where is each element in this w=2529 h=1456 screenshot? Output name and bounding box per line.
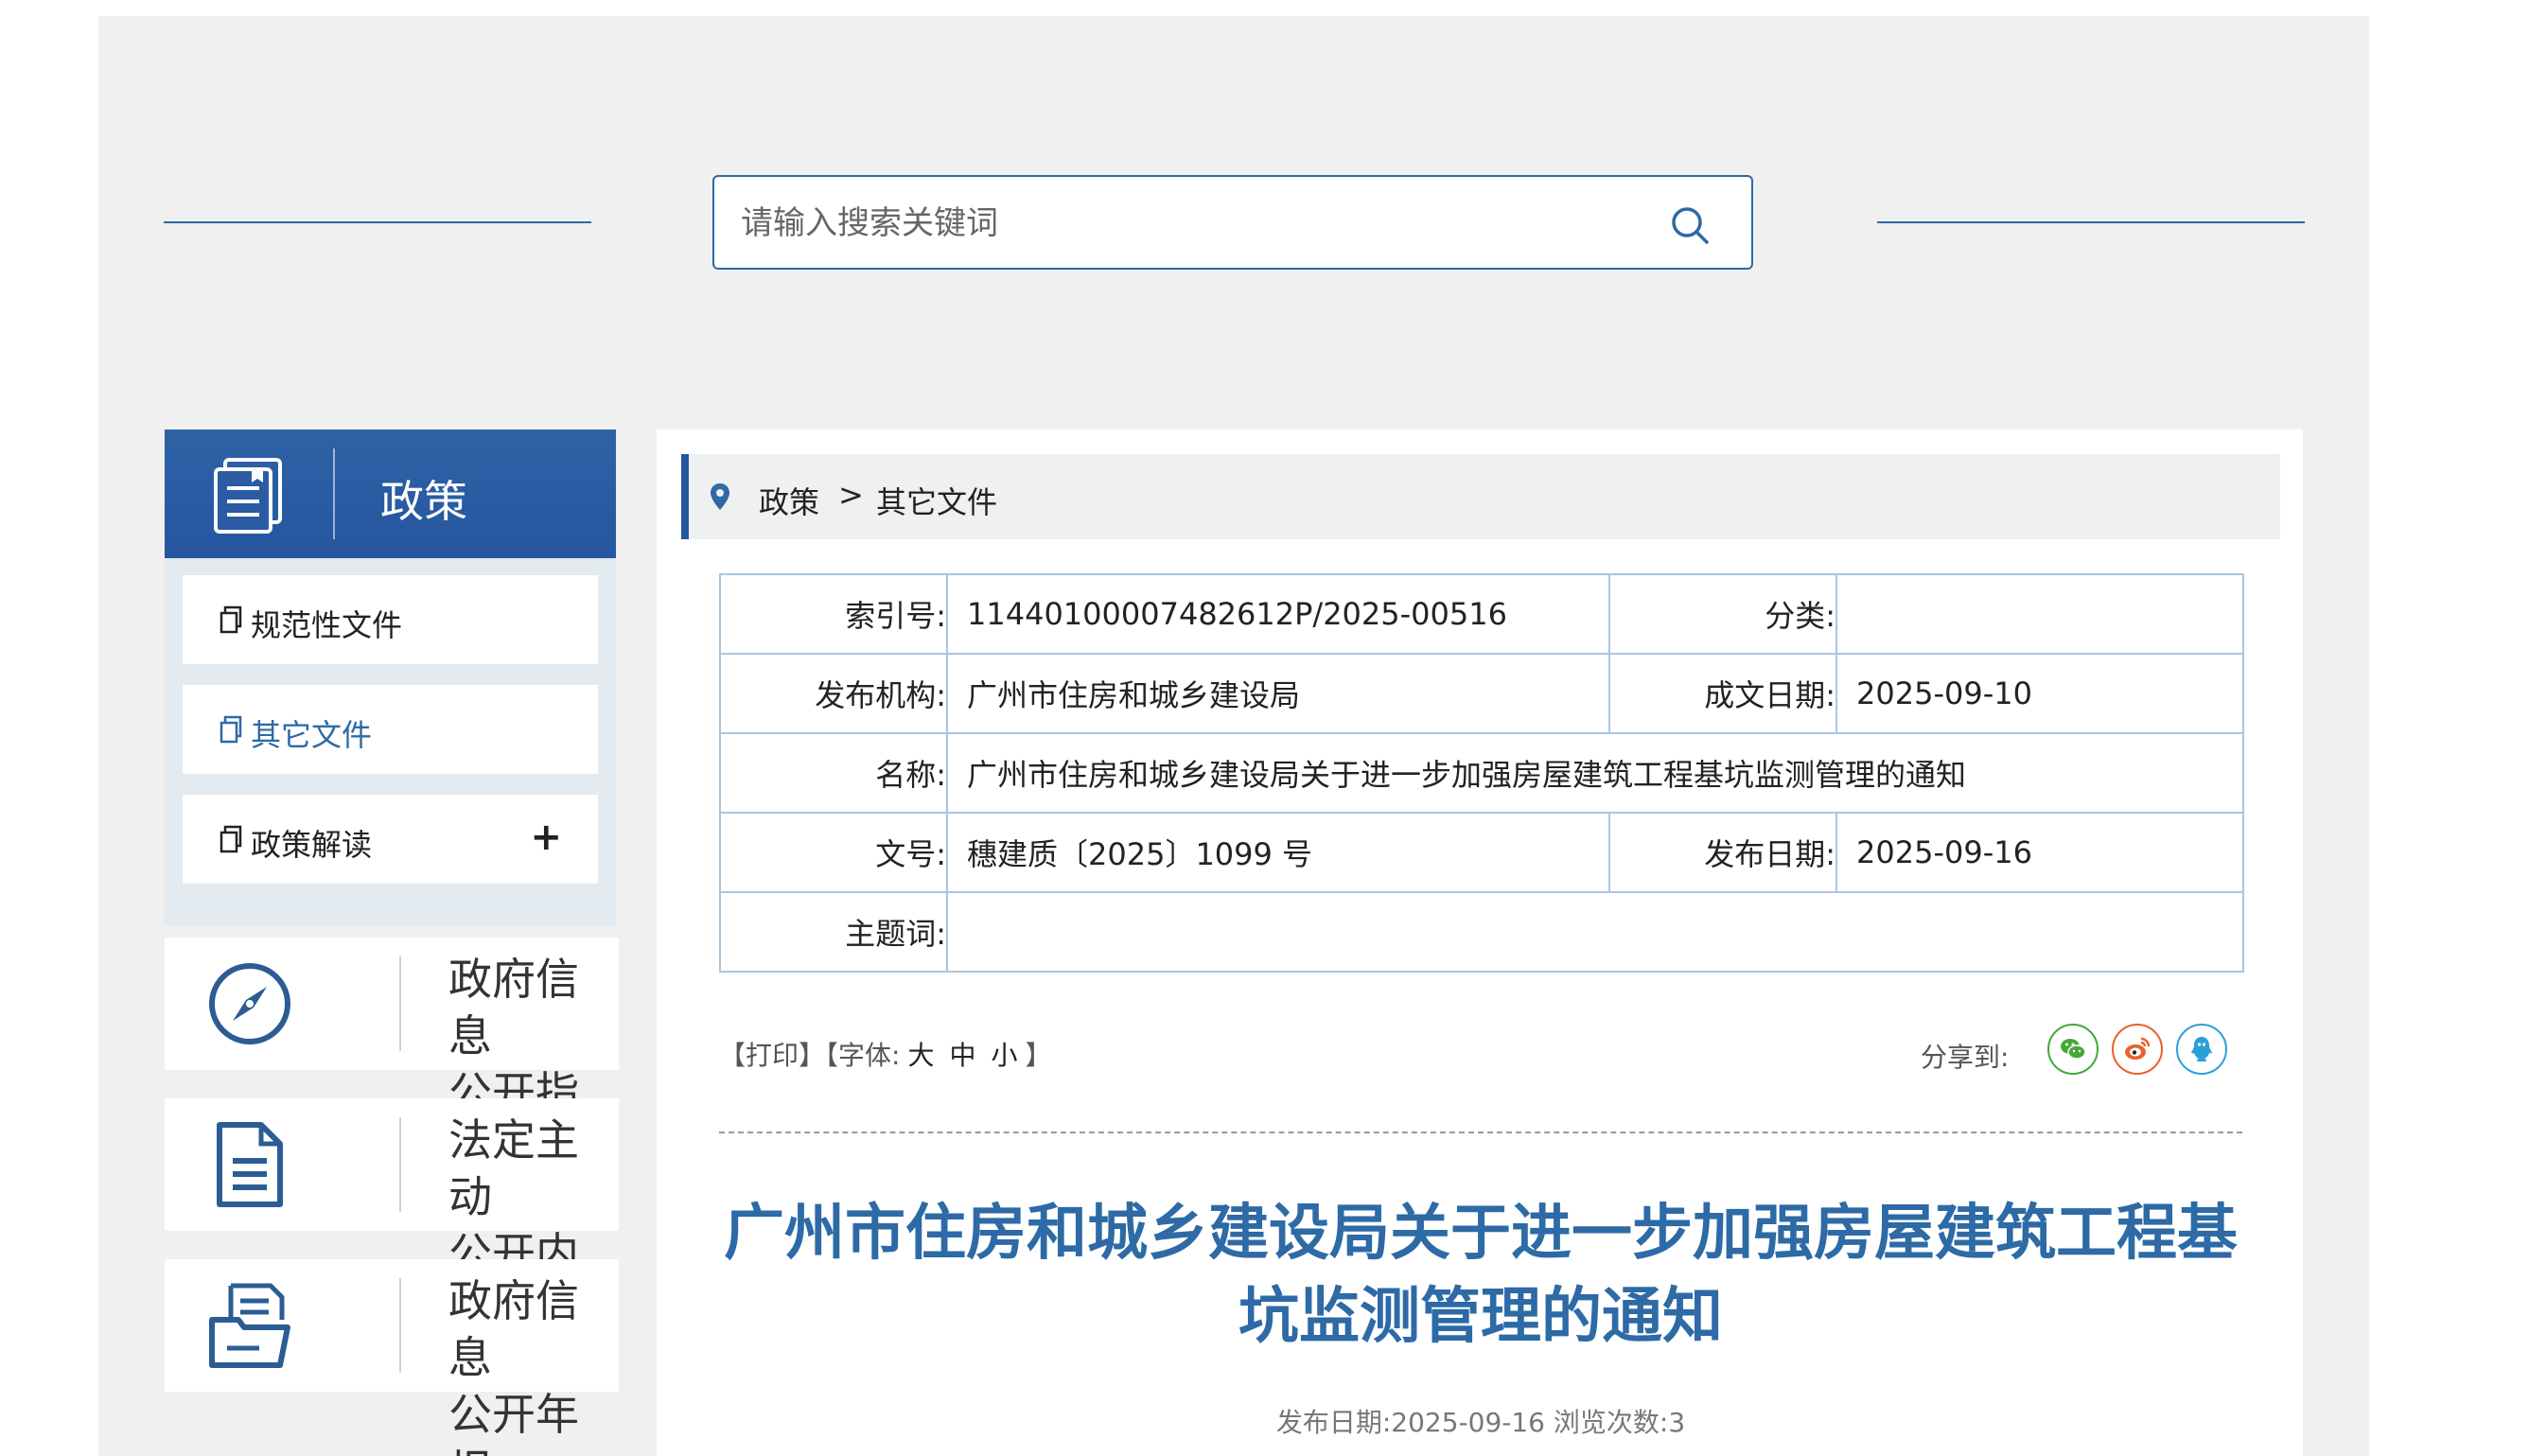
table-row: 发布机构: 广州市住房和城乡建设局 成文日期: 2025-09-10 <box>719 653 2244 734</box>
card-label: 政府信息 公开年报 <box>448 1275 579 1456</box>
share-label: 分享到: <box>1921 1042 2010 1073</box>
created-date-label: 成文日期: <box>1608 653 1837 734</box>
publisher-label: 发布机构: <box>719 653 948 734</box>
copy-icon <box>220 715 242 744</box>
card-divider <box>399 1117 401 1212</box>
font-size-medium-button[interactable]: 中 <box>949 1040 975 1071</box>
sidebar-header: 政策 <box>165 430 616 558</box>
card-divider <box>399 1278 401 1373</box>
breadcrumb: 政策 > 其它文件 <box>681 454 2280 539</box>
breadcrumb-other-documents[interactable]: 其它文件 <box>876 479 997 522</box>
sidebar-item-label: 其它文件 <box>251 717 373 753</box>
card-annual-report[interactable]: 政府信息 公开年报 <box>165 1259 619 1456</box>
policy-document-icon <box>214 458 282 534</box>
name-label: 名称: <box>719 732 948 814</box>
share-wechat-button[interactable] <box>2047 1024 2099 1075</box>
search-icon[interactable] <box>1670 205 1710 245</box>
folder-icon <box>209 1283 290 1368</box>
table-row: 索引号: 11440100007482612P/2025-00516 分类: <box>719 573 2244 655</box>
weibo-icon <box>2125 1037 2151 1060</box>
main-content: 政策 > 其它文件 索引号: 11440100007482612P/2025-0… <box>657 430 2303 1456</box>
index-label: 索引号: <box>719 573 948 655</box>
table-row: 名称: 广州市住房和城乡建设局关于进一步加强房屋建筑工程基坑监测管理的通知 <box>719 732 2244 814</box>
publish-date-label: 发布日期: <box>1608 812 1837 893</box>
sidebar-submenu: 规范性文件 其它文件 政策解读 + <box>165 558 616 925</box>
copy-icon <box>220 605 242 634</box>
location-pin-icon <box>711 483 729 510</box>
breadcrumb-separator: > <box>838 477 864 513</box>
card-divider <box>399 956 401 1051</box>
expand-plus-icon[interactable]: + <box>530 816 562 859</box>
search-box[interactable] <box>712 175 1753 270</box>
print-button[interactable]: 【打印】 <box>719 1040 825 1071</box>
copy-icon <box>220 825 242 853</box>
sidebar-item-label: 规范性文件 <box>251 607 403 643</box>
sidebar-title: 政策 <box>380 476 467 527</box>
share-weibo-button[interactable] <box>2112 1024 2163 1075</box>
compass-icon <box>209 963 290 1044</box>
subject-value <box>946 891 2244 973</box>
font-size-large-button[interactable]: 大 <box>907 1040 934 1071</box>
index-value: 11440100007482612P/2025-00516 <box>946 573 1610 655</box>
table-row: 文号: 穗建质〔2025〕1099 号 发布日期: 2025-09-16 <box>719 812 2244 893</box>
doc-number-value: 穗建质〔2025〕1099 号 <box>946 812 1610 893</box>
search-divider-left <box>164 221 591 223</box>
doc-number-label: 文号: <box>719 812 948 893</box>
qq-icon <box>2191 1037 2212 1061</box>
table-row: 主题词: <box>719 891 2244 973</box>
sidebar-header-divider <box>333 448 335 539</box>
font-size-suffix: 】 <box>1025 1040 1052 1071</box>
card-info-disclosure-guide[interactable]: 政府信息 公开指南 <box>165 938 619 1175</box>
search-input[interactable] <box>741 196 1649 251</box>
publish-date-value: 2025-09-16 <box>1835 812 2244 893</box>
card-statutory-disclosure[interactable]: 法定主动 公开内容 <box>165 1098 619 1336</box>
font-size-prefix: 【字体: <box>825 1040 901 1071</box>
category-value <box>1835 573 2244 655</box>
sidebar-item-other-documents[interactable]: 其它文件 <box>183 685 598 774</box>
document-icon <box>217 1122 283 1207</box>
font-size-small-button[interactable]: 小 <box>991 1040 1017 1071</box>
article-tools: 【打印】【字体: 大中小】 <box>719 1035 1052 1073</box>
subject-label: 主题词: <box>719 891 948 973</box>
breadcrumb-policy[interactable]: 政策 <box>759 479 819 522</box>
sidebar-item-normative-documents[interactable]: 规范性文件 <box>183 575 598 664</box>
publisher-value: 广州市住房和城乡建设局 <box>946 653 1610 734</box>
share-qq-button[interactable] <box>2176 1024 2227 1075</box>
sidebar-item-policy-interpretation[interactable]: 政策解读 + <box>183 795 598 884</box>
divider-dashed <box>719 1131 2242 1133</box>
sidebar-item-label: 政策解读 <box>251 827 373 863</box>
wechat-icon <box>2061 1039 2086 1060</box>
search-divider-right <box>1877 221 2305 223</box>
name-value: 广州市住房和城乡建设局关于进一步加强房屋建筑工程基坑监测管理的通知 <box>946 732 2244 814</box>
article-publish-info: 发布日期:2025-09-16 浏览次数:3 <box>1275 1407 1686 1438</box>
created-date-value: 2025-09-10 <box>1835 653 2244 734</box>
document-metadata-table: 索引号: 11440100007482612P/2025-00516 分类: 发… <box>719 573 2244 973</box>
article-title: 广州市住房和城乡建设局关于进一步加强房屋建筑工程基坑监测管理的通知 <box>724 1199 2238 1352</box>
page-background: 政策 规范性文件 其它文件 政策解读 + <box>98 16 2369 1456</box>
category-label: 分类: <box>1608 573 1837 655</box>
